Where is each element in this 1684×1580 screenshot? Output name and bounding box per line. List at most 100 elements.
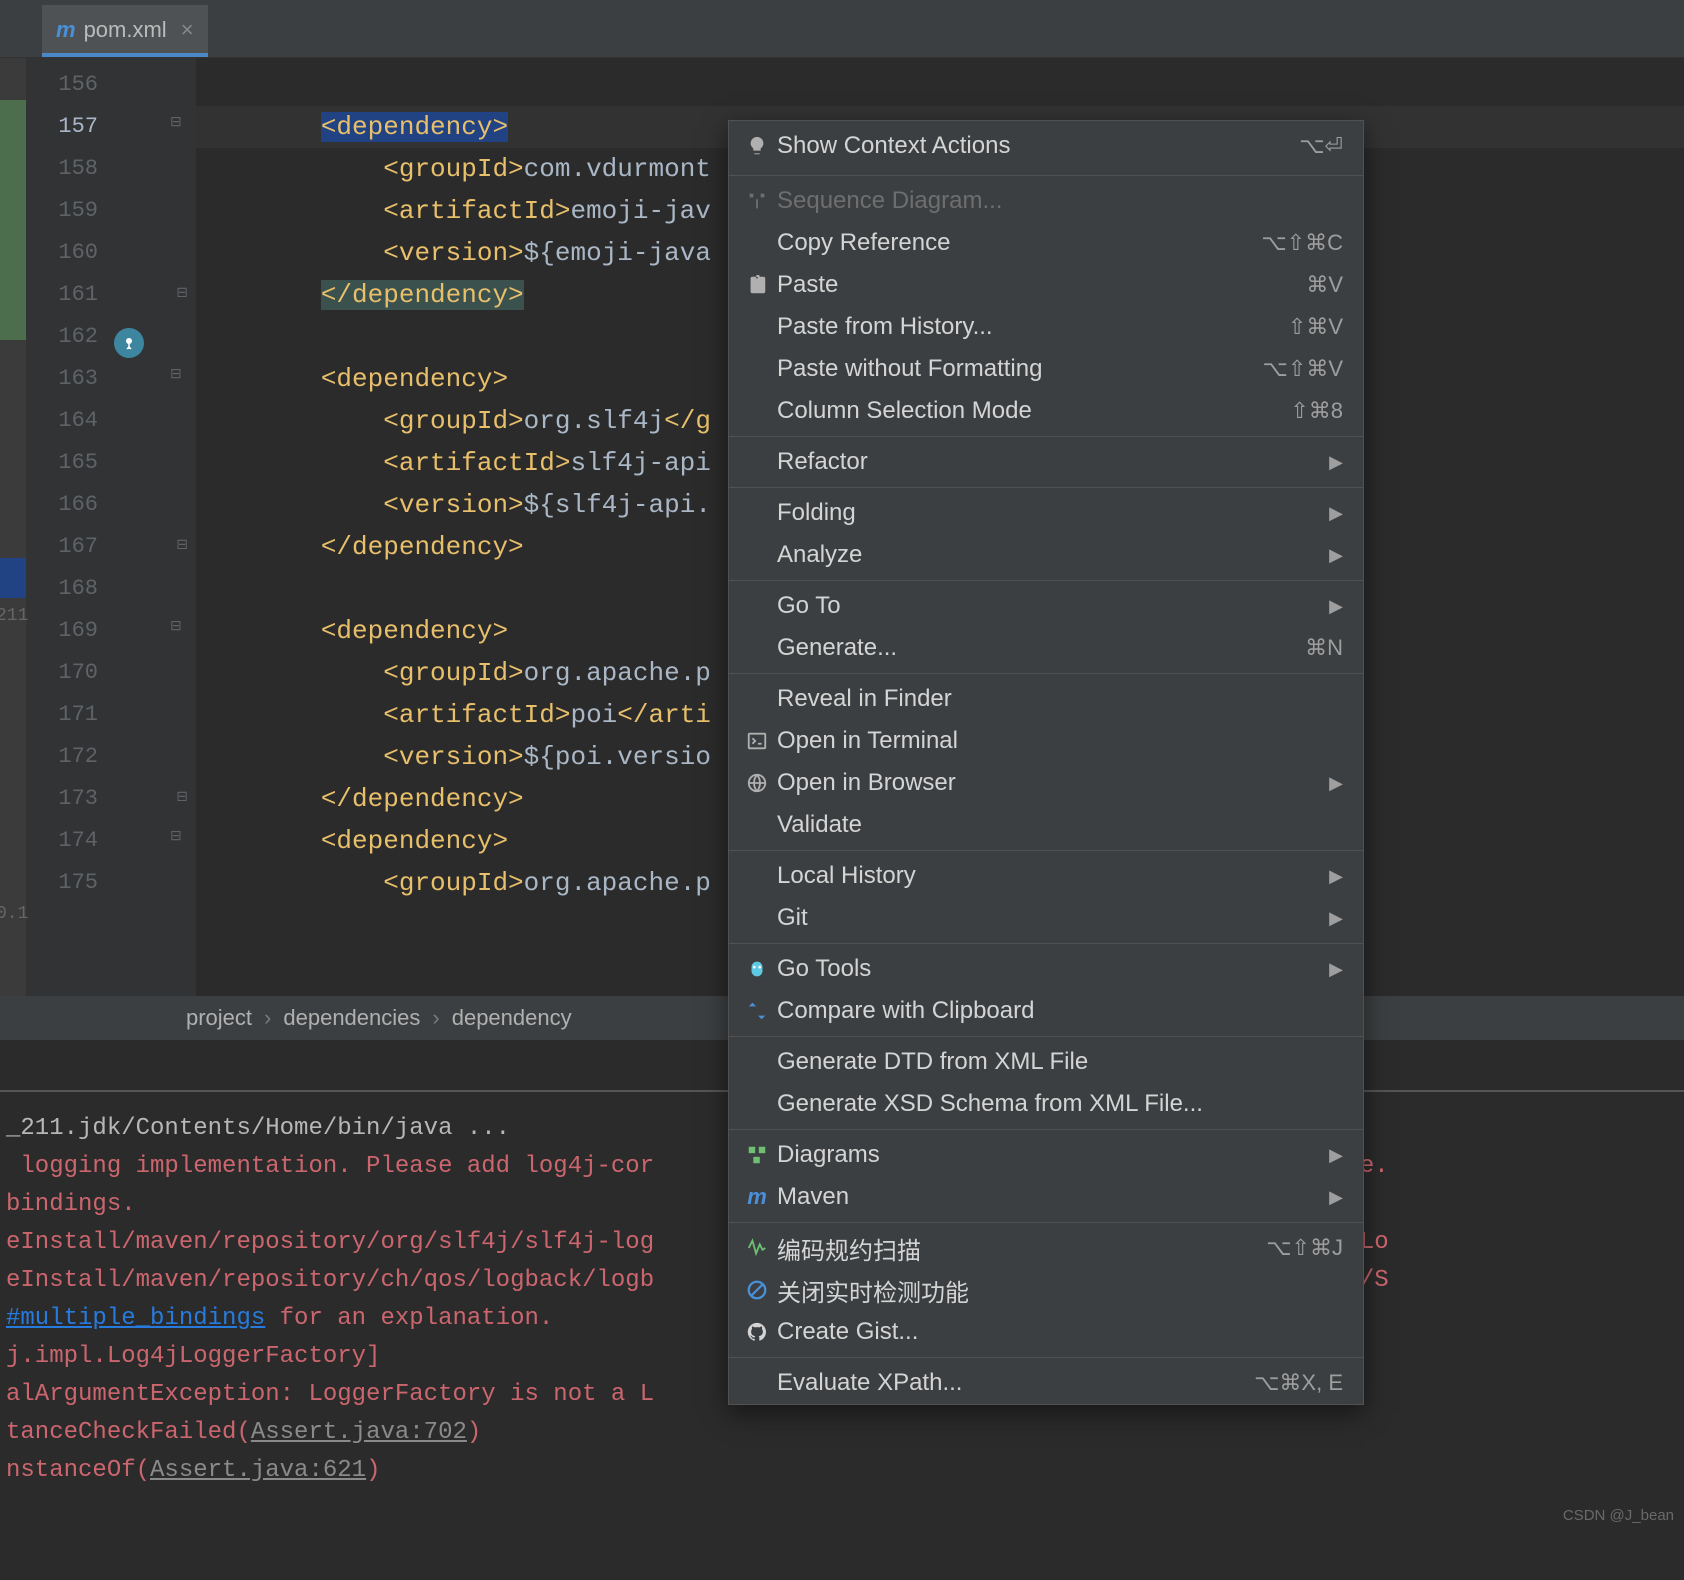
menu-item[interactable]: Generate...⌘N [729,627,1363,669]
menu-item[interactable]: Compare with Clipboard [729,990,1363,1032]
menu-item-label: Paste from History... [777,313,1288,341]
maven-icon: m [737,1184,777,1210]
menu-item[interactable]: Diagrams▶ [729,1134,1363,1176]
menu-item[interactable]: Local History▶ [729,855,1363,897]
stack-link[interactable]: Assert.java:621 [150,1457,366,1484]
menu-item[interactable]: Reveal in Finder [729,678,1363,720]
line-number[interactable]: 174 [26,820,108,862]
line-number[interactable]: 172 [26,736,108,778]
stack-link[interactable]: Assert.java:702 [251,1419,467,1446]
menu-item-label: Validate [777,811,1343,839]
menu-item[interactable]: Paste without Formatting⌥⇧⌘V [729,348,1363,390]
console-text: tanceCheckFailed( [6,1419,251,1446]
fold-handle[interactable]: ⊟ [170,282,188,300]
line-number[interactable]: 163 [26,358,108,400]
line-number[interactable]: 164 [26,400,108,442]
menu-item[interactable]: Create Gist... [729,1311,1363,1353]
menu-item[interactable]: Validate [729,804,1363,846]
line-number[interactable]: 158 [26,148,108,190]
menu-item[interactable]: Open in Terminal [729,720,1363,762]
line-number[interactable]: 157 [26,106,108,148]
menu-item-label: Open in Terminal [777,727,1343,755]
fold-handle[interactable]: ⊟ [170,534,188,552]
menu-item[interactable]: Go To▶ [729,585,1363,627]
menu-item[interactable]: Analyze▶ [729,534,1363,576]
breadcrumb-sep: › [264,1005,271,1031]
menu-item[interactable]: Generate XSD Schema from XML File... [729,1083,1363,1125]
fold-handle[interactable]: ⊟ [170,366,188,384]
menu-item[interactable]: Evaluate XPath...⌥⌘X, E [729,1362,1363,1404]
line-number[interactable]: 165 [26,442,108,484]
console-text: ) [366,1457,380,1484]
menu-item[interactable]: Show Context Actions⌥⏎ [729,121,1363,171]
line-number[interactable]: 168 [26,568,108,610]
console-text: for an explanation. [265,1305,553,1332]
menu-item-label: Reveal in Finder [777,685,1343,713]
submenu-arrow-icon: ▶ [1329,908,1343,929]
menu-item-label: Show Context Actions [777,132,1299,160]
context-menu: Show Context Actions⌥⏎Sequence Diagram..… [728,120,1364,1405]
breadcrumb-item[interactable]: project [186,1005,252,1031]
line-number[interactable]: 171 [26,694,108,736]
git-gutter-icon[interactable] [114,328,144,358]
line-number[interactable]: 161 [26,274,108,316]
menu-item-label: Generate... [777,634,1305,662]
fold-handle[interactable]: ⊟ [170,618,188,636]
menu-item[interactable]: Go Tools▶ [729,948,1363,990]
menu-item[interactable]: Paste from History...⇧⌘V [729,306,1363,348]
menu-shortcut: ⌘N [1305,635,1343,661]
line-number[interactable]: 160 [26,232,108,274]
close-tab-icon[interactable]: × [181,17,194,43]
paste-icon [737,274,777,296]
menu-item-label: Diagrams [777,1141,1329,1169]
menu-item[interactable]: 编码规约扫描⌥⇧⌘J [729,1227,1363,1269]
breadcrumb-item[interactable]: dependencies [283,1005,420,1031]
line-number[interactable]: 175 [26,862,108,904]
console-line: nstanceOf(Assert.java:621) [6,1452,1678,1490]
console-link[interactable]: #multiple_bindings [6,1305,265,1332]
line-number[interactable]: 159 [26,190,108,232]
line-number[interactable]: 167 [26,526,108,568]
bulb-icon [737,135,777,157]
menu-item[interactable]: Refactor▶ [729,441,1363,483]
line-number[interactable]: 166 [26,484,108,526]
fold-handle[interactable]: ⊟ [170,828,188,846]
menu-item-label: Open in Browser [777,769,1329,797]
fold-handle[interactable]: ⊟ [170,786,188,804]
line-number[interactable]: 162 [26,316,108,358]
menu-separator [729,673,1363,674]
submenu-arrow-icon: ▶ [1329,1187,1343,1208]
line-number[interactable]: 173 [26,778,108,820]
menu-separator [729,1036,1363,1037]
line-number[interactable]: 169 [26,610,108,652]
menu-shortcut: ⌥⏎ [1299,133,1343,159]
watermark: CSDN @J_bean [1563,1507,1674,1524]
menu-item[interactable]: Folding▶ [729,492,1363,534]
menu-item[interactable]: 关闭实时检测功能 [729,1269,1363,1311]
ban-icon [737,1279,777,1301]
line-number-gutter[interactable]: 1561571581591601611621631641651661671681… [26,58,108,996]
menu-item[interactable]: Paste⌘V [729,264,1363,306]
code-line[interactable] [196,64,1684,106]
menu-item[interactable]: Git▶ [729,897,1363,939]
menu-item[interactable]: Generate DTD from XML File [729,1041,1363,1083]
menu-item[interactable]: Column Selection Mode⇧⌘8 [729,390,1363,432]
console-text: ) [467,1419,481,1446]
menu-separator [729,1129,1363,1130]
caret-marker [0,558,26,598]
breadcrumb-item[interactable]: dependency [452,1005,572,1031]
menu-shortcut: ⌘V [1306,272,1343,298]
tab-pom-xml[interactable]: m pom.xml × [42,5,208,57]
terminal-icon [737,730,777,752]
line-number[interactable]: 170 [26,652,108,694]
menu-shortcut: ⌥⇧⌘C [1261,230,1343,256]
ruler-num: 211 [0,606,28,626]
line-number[interactable]: 156 [26,64,108,106]
menu-item[interactable]: Copy Reference⌥⇧⌘C [729,222,1363,264]
menu-item[interactable]: Open in Browser▶ [729,762,1363,804]
console-text: nstanceOf( [6,1457,150,1484]
fold-handle[interactable]: ⊟ [170,114,188,132]
menu-item-label: Generate XSD Schema from XML File... [777,1090,1343,1118]
diagram-icon [737,1144,777,1166]
menu-item[interactable]: mMaven▶ [729,1176,1363,1218]
